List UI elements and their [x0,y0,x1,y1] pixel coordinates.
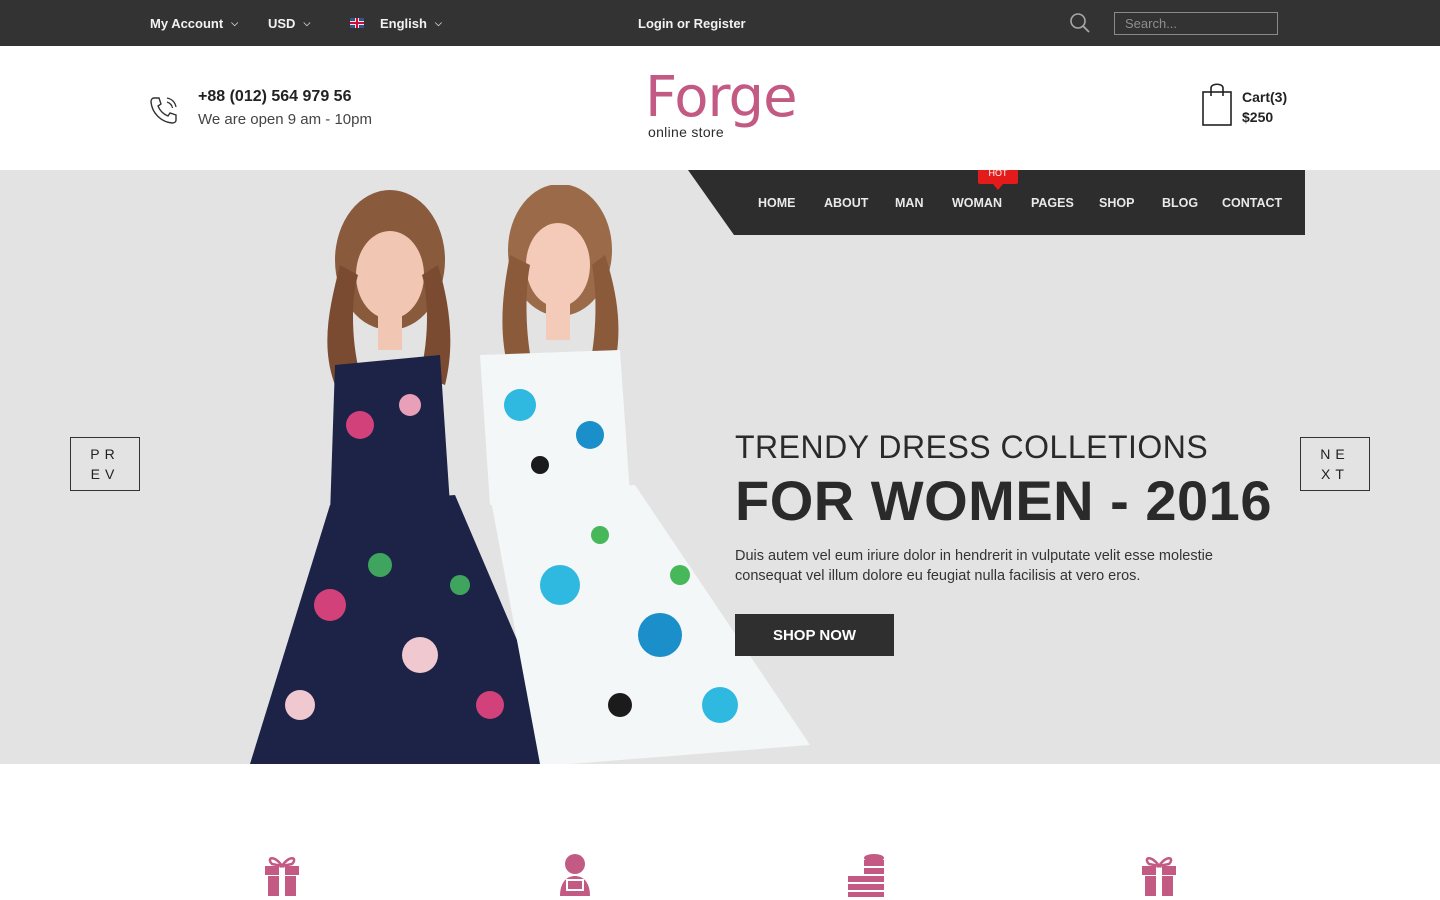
phone-number: +88 (012) 564 979 56 [198,88,352,105]
login-register-link[interactable]: Login or Register [638,0,746,46]
chevron-down-icon: ⌵ [434,17,442,28]
nav-item-contact[interactable]: CONTACT [1222,170,1282,235]
my-account-label: My Account [150,15,224,31]
nav-item-about[interactable]: ABOUT [824,170,868,235]
phone-icon [148,94,180,126]
shopping-bag-icon[interactable] [1200,80,1234,128]
nav-item-man[interactable]: MAN [895,170,923,235]
logo-tagline: online store [648,124,724,140]
forge-logo[interactable]: Forge online store [645,66,805,146]
search-input[interactable] [1114,12,1278,35]
hero-description: Duis autem vel eum iriure dolor in hendr… [735,548,1213,584]
nav-item-shop[interactable]: SHOP [1099,170,1134,235]
currency-label: USD [268,15,296,31]
language-dropdown[interactable]: English ⌵ [350,0,442,46]
shop-now-button[interactable]: SHOP NOW [735,614,894,656]
search-icon[interactable] [1069,12,1091,34]
gift-icon [262,852,302,898]
cart-link[interactable]: Cart(3) [1242,89,1287,105]
logo-wordmark: Forge [645,65,798,130]
hero-slider: HOME ABOUT MAN WOMAN HOT PAGES SHOP BLOG… [0,170,1440,764]
models-image [240,184,820,764]
coins-icon [846,852,886,898]
hero-title: FOR WOMEN - 2016 [735,469,1272,532]
hot-badge: HOT [978,170,1018,190]
nav-item-blog[interactable]: BLOG [1162,170,1198,235]
next-slide-button[interactable]: NEXT [1300,437,1370,491]
my-account-dropdown[interactable]: My Account ⌵ [150,0,238,46]
uk-flag-icon [350,18,364,28]
hero-subtitle: TRENDY DRESS COLLETIONS [735,429,1209,465]
nav-item-pages[interactable]: PAGES [1031,170,1074,235]
cart-total: $250 [1242,109,1274,125]
prev-slide-button[interactable]: PREV [70,437,140,491]
site-header: +88 (012) 564 979 56 We are open 9 am - … [0,46,1440,170]
chevron-down-icon: ⌵ [231,17,239,28]
nav-item-home[interactable]: HOME [758,170,796,235]
currency-dropdown[interactable]: USD ⌵ [268,0,310,46]
top-bar: My Account ⌵ USD ⌵ English ⌵ Login or Re… [0,0,1440,46]
next-label: NEXT [1320,446,1350,482]
prev-label: PREV [90,446,120,482]
chevron-down-icon: ⌵ [303,17,311,28]
support-agent-icon [555,852,595,898]
opening-hours: We are open 9 am - 10pm [198,111,372,128]
language-label: English [380,15,427,31]
gift-icon [1139,852,1179,898]
